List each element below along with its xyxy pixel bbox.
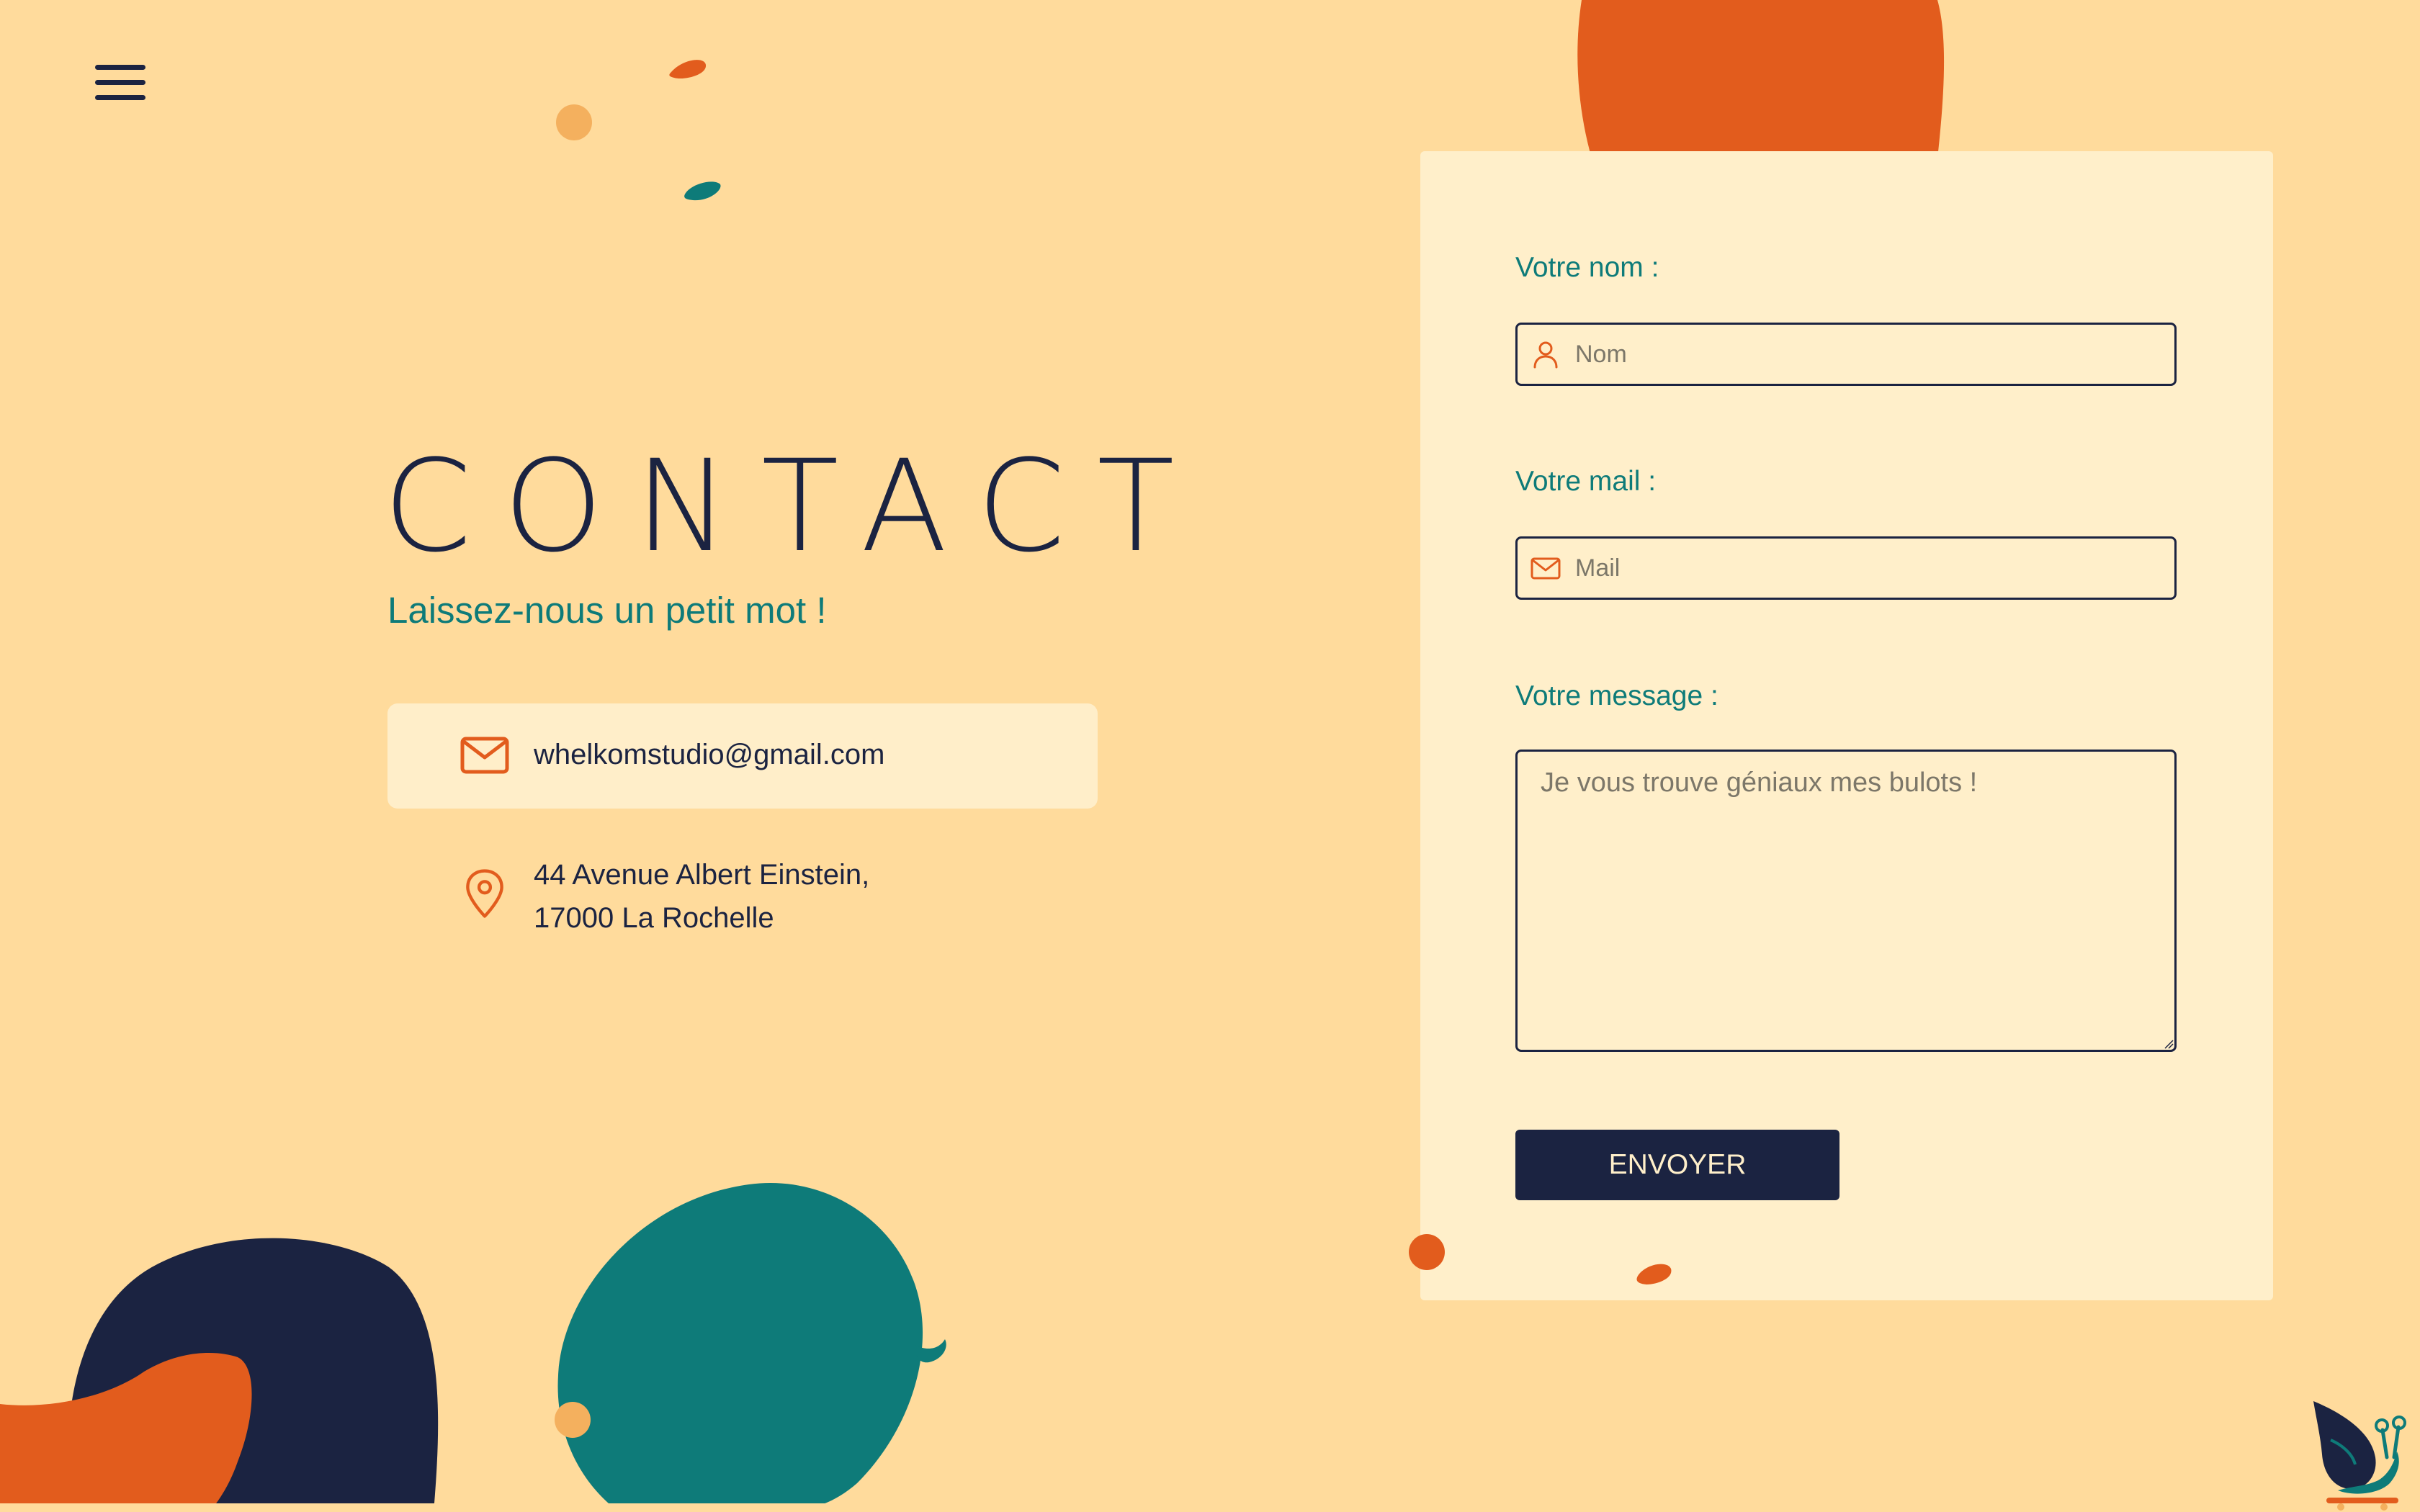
submit-button[interactable]: ENVOYER <box>1515 1130 1839 1200</box>
light-orange-dot-top <box>556 104 592 140</box>
orange-drop-top <box>669 60 707 79</box>
message-textarea[interactable] <box>1515 750 2177 1052</box>
name-input[interactable] <box>1515 323 2177 386</box>
snail-mascot-icon <box>2313 1401 2406 1511</box>
teal-blob <box>557 1182 923 1512</box>
resize-handle-icon[interactable] <box>2164 1039 2174 1049</box>
address-line-1: 44 Avenue Albert Einstein, <box>534 859 870 891</box>
page-subtitle: Laissez-nous un petit mot ! <box>387 590 827 631</box>
name-label: Votre nom : <box>1515 252 1659 283</box>
hamburger-menu-button[interactable] <box>94 60 148 104</box>
location-pin-icon <box>466 869 503 918</box>
orange-blob-top <box>1577 0 1945 158</box>
mail-label: Votre mail : <box>1515 466 1657 497</box>
light-orange-dot-bottom <box>555 1402 591 1438</box>
message-label: Votre message : <box>1515 680 1718 711</box>
mail-input[interactable] <box>1515 536 2177 600</box>
mail-icon <box>460 737 509 774</box>
mail-icon <box>1531 557 1561 580</box>
address-line-2: 17000 La Rochelle <box>534 902 774 934</box>
menu-line-2 <box>95 80 145 85</box>
menu-line-1 <box>95 65 145 70</box>
menu-line-3 <box>95 95 145 100</box>
page-title: CONTACT <box>383 433 1206 580</box>
contact-email[interactable]: whelkomstudio@gmail.com <box>534 733 884 776</box>
bottom-strip <box>0 1503 2420 1512</box>
user-icon <box>1533 341 1558 369</box>
teal-drop-top <box>684 181 721 201</box>
